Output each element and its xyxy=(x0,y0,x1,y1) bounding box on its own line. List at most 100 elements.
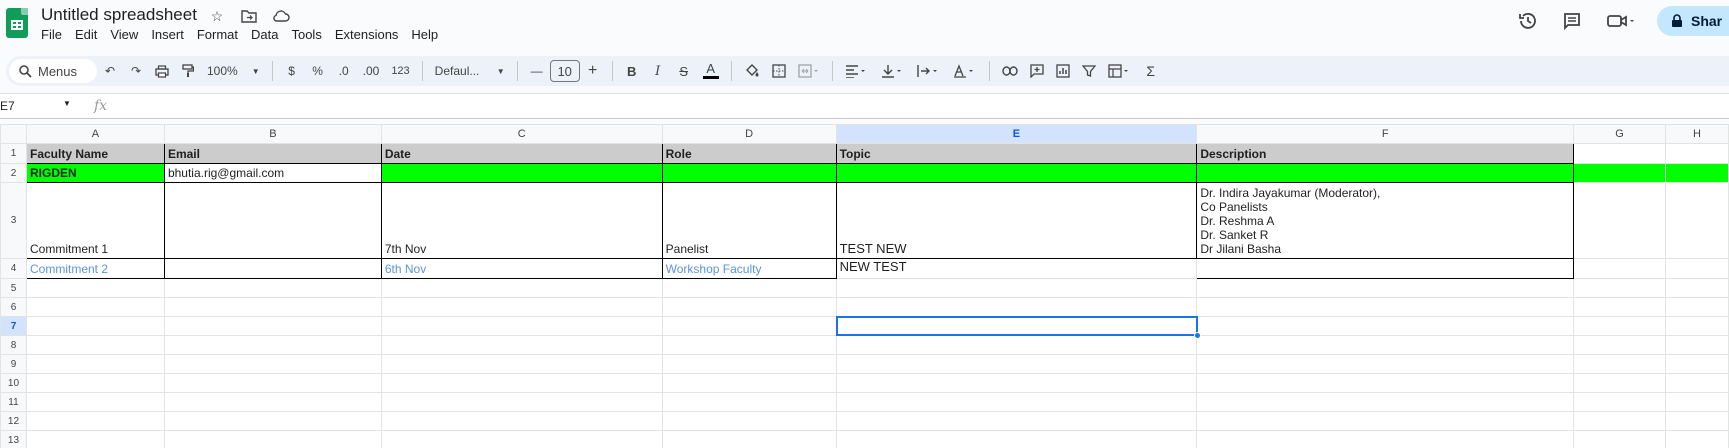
cell[interactable] xyxy=(163,335,382,355)
font-family-select[interactable]: Defaul... ▼ xyxy=(431,59,509,83)
cell-f3[interactable]: Dr. Indira Jayakumar (Moderator), Co Pan… xyxy=(1196,182,1575,259)
cell[interactable] xyxy=(1664,411,1729,431)
column-header-g[interactable]: G xyxy=(1573,124,1666,144)
chevron-down-icon[interactable]: ▼ xyxy=(63,99,71,108)
cell[interactable] xyxy=(163,373,382,393)
cloud-status-icon[interactable] xyxy=(271,6,291,26)
cell[interactable] xyxy=(163,278,382,298)
cell[interactable] xyxy=(163,354,382,374)
cell-e2[interactable] xyxy=(835,163,1198,183)
meet-icon[interactable] xyxy=(1603,8,1639,34)
cell[interactable] xyxy=(1196,411,1575,431)
cell[interactable] xyxy=(1664,392,1729,412)
row-header-1[interactable]: 1 xyxy=(0,143,27,164)
cell[interactable] xyxy=(835,373,1198,393)
number-format-button[interactable]: 123 xyxy=(387,59,413,83)
currency-format-button[interactable]: $ xyxy=(281,59,303,83)
row-header-13[interactable]: 13 xyxy=(0,430,27,448)
cell[interactable] xyxy=(1573,373,1666,393)
star-icon[interactable]: ☆ xyxy=(207,6,227,26)
cell[interactable] xyxy=(661,411,837,431)
cell-d4[interactable]: Workshop Faculty xyxy=(661,258,837,279)
menu-file[interactable]: File xyxy=(41,27,69,42)
cell-g4[interactable] xyxy=(1573,258,1666,279)
cell-b3[interactable] xyxy=(163,182,382,259)
cell[interactable] xyxy=(1664,297,1729,317)
cell-c2[interactable] xyxy=(380,163,663,183)
vertical-align-icon[interactable] xyxy=(877,59,909,83)
row-header-11[interactable]: 11 xyxy=(0,392,27,412)
cell[interactable] xyxy=(835,411,1198,431)
cell[interactable] xyxy=(1196,297,1575,317)
cell-g1[interactable] xyxy=(1573,143,1666,164)
increase-font-size-icon[interactable]: + xyxy=(582,59,604,83)
share-button[interactable]: Shar xyxy=(1657,6,1729,36)
cell-a3[interactable]: Commitment 1 xyxy=(25,182,165,259)
row-header-3[interactable]: 3 xyxy=(0,182,27,259)
cell[interactable] xyxy=(661,430,837,448)
cell-c1[interactable]: Date xyxy=(380,143,663,164)
column-header-b[interactable]: B xyxy=(163,124,382,144)
cell[interactable] xyxy=(661,297,837,317)
menu-edit[interactable]: Edit xyxy=(75,27,104,42)
cell[interactable] xyxy=(835,354,1198,374)
column-header-e[interactable]: E xyxy=(835,124,1198,144)
cell-e3[interactable]: TEST NEW xyxy=(835,182,1198,259)
cell-a2[interactable]: RIGDEN xyxy=(25,163,165,183)
cell[interactable] xyxy=(380,373,663,393)
cell[interactable] xyxy=(661,316,837,336)
table-icon[interactable] xyxy=(1104,59,1136,83)
cell[interactable] xyxy=(163,316,382,336)
cell-g2[interactable] xyxy=(1573,163,1666,183)
cell[interactable] xyxy=(1573,354,1666,374)
cell[interactable] xyxy=(661,278,837,298)
row-header-12[interactable]: 12 xyxy=(0,411,27,431)
italic-button[interactable]: I xyxy=(647,59,669,83)
cell[interactable] xyxy=(25,354,165,374)
cell-f4[interactable] xyxy=(1196,258,1575,279)
cell[interactable] xyxy=(835,430,1198,448)
row-header-4[interactable]: 4 xyxy=(0,258,27,279)
cell[interactable] xyxy=(1196,335,1575,355)
menu-extensions[interactable]: Extensions xyxy=(335,27,406,42)
cell[interactable] xyxy=(1573,278,1666,298)
cell-a1[interactable]: Faculty Name xyxy=(25,143,165,164)
menu-tools[interactable]: Tools xyxy=(291,27,328,42)
cell[interactable] xyxy=(380,354,663,374)
paint-format-icon[interactable] xyxy=(177,59,199,83)
cell[interactable] xyxy=(25,373,165,393)
fill-color-icon[interactable] xyxy=(740,59,764,83)
document-title[interactable]: Untitled spreadsheet xyxy=(41,5,197,25)
insert-chart-icon[interactable] xyxy=(1052,59,1074,83)
cell[interactable] xyxy=(1664,430,1729,448)
text-color-button[interactable]: A xyxy=(699,59,723,83)
cell-h3[interactable] xyxy=(1664,182,1729,259)
cell[interactable] xyxy=(380,430,663,448)
cell[interactable] xyxy=(1196,278,1575,298)
row-header-6[interactable]: 6 xyxy=(0,297,27,317)
merge-cells-icon[interactable] xyxy=(794,59,824,83)
version-history-icon[interactable] xyxy=(1515,8,1541,34)
cell[interactable] xyxy=(661,354,837,374)
cell[interactable] xyxy=(25,278,165,298)
cell[interactable] xyxy=(380,278,663,298)
increase-decimal-button[interactable]: .00 xyxy=(359,59,384,83)
cell[interactable] xyxy=(661,392,837,412)
cell-h4[interactable] xyxy=(1664,258,1729,279)
cell[interactable] xyxy=(380,316,663,336)
menu-help[interactable]: Help xyxy=(411,27,445,42)
row-header-9[interactable]: 9 xyxy=(0,354,27,374)
zoom-select[interactable]: 100% ▼ xyxy=(203,59,264,83)
functions-button[interactable]: Σ xyxy=(1140,59,1162,83)
column-header-a[interactable]: A xyxy=(25,124,165,144)
cell-e4[interactable]: NEW TEST xyxy=(835,258,1198,279)
cell[interactable] xyxy=(835,392,1198,412)
sheets-logo-icon[interactable] xyxy=(6,8,28,38)
decrease-font-size-icon[interactable]: — xyxy=(526,59,548,83)
cell[interactable] xyxy=(380,335,663,355)
row-header-2[interactable]: 2 xyxy=(0,163,27,183)
horizontal-align-icon[interactable] xyxy=(841,59,873,83)
cell[interactable] xyxy=(1664,278,1729,298)
cell[interactable] xyxy=(1573,392,1666,412)
menu-format[interactable]: Format xyxy=(197,27,245,42)
